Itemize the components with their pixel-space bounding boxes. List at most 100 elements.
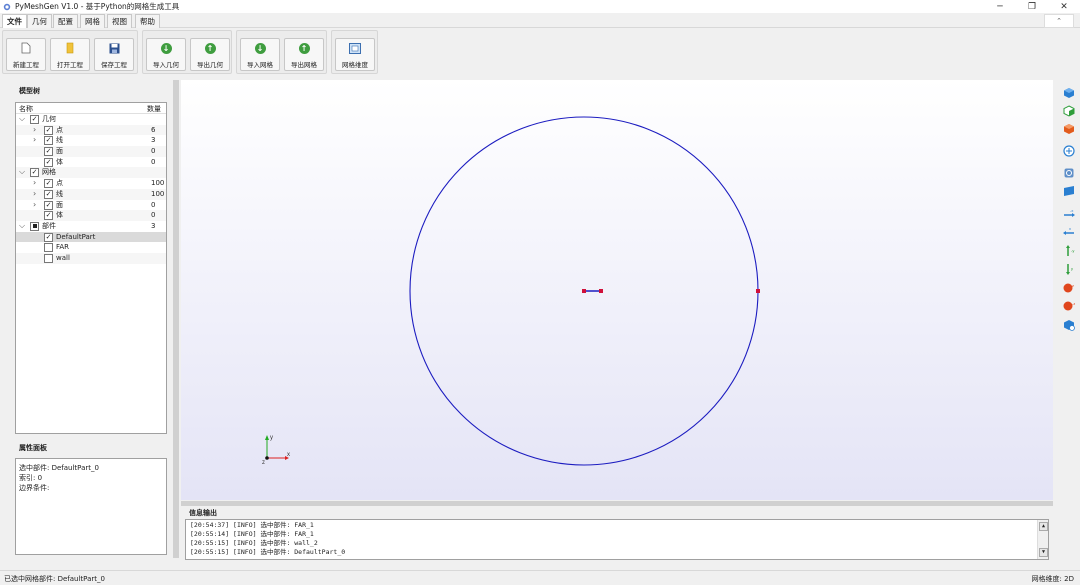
rotate-view-icon[interactable] bbox=[1062, 166, 1076, 180]
export-arrow-icon: ↑ bbox=[204, 42, 216, 54]
chevron-right-icon[interactable]: › bbox=[33, 178, 36, 188]
maximize-button[interactable]: ❐ bbox=[1016, 0, 1048, 13]
z-axis-icon[interactable]: z bbox=[1062, 281, 1076, 295]
back-view-icon[interactable] bbox=[1062, 122, 1076, 136]
minimize-button[interactable]: ─ bbox=[984, 0, 1016, 13]
scroll-up-button[interactable]: ▲ bbox=[1039, 522, 1048, 531]
close-button[interactable]: ✕ bbox=[1048, 0, 1080, 13]
tree-row-count: 0 bbox=[151, 211, 156, 220]
chevron-down-icon[interactable]: ⌵ bbox=[19, 114, 25, 124]
tree-checkbox[interactable]: ✓ bbox=[44, 125, 53, 135]
tree-checkbox[interactable]: ✓ bbox=[30, 168, 39, 178]
tree-checkbox[interactable]: ✓ bbox=[44, 179, 53, 189]
tree-checkbox[interactable]: ✓ bbox=[44, 157, 53, 167]
tree-row[interactable]: › ✓ 点 6 bbox=[16, 124, 166, 136]
tree-row-label: 面 bbox=[56, 200, 63, 209]
export-geometry-button[interactable]: ↑ 导出几何 bbox=[190, 38, 230, 71]
zoom-fit-icon[interactable] bbox=[1062, 144, 1076, 158]
tree-row[interactable]: ✓ DefaultPart bbox=[16, 231, 166, 243]
neg-x-axis-icon[interactable]: x bbox=[1062, 224, 1076, 238]
reset-view-icon[interactable] bbox=[1062, 318, 1076, 332]
properties-title: 属性面板 bbox=[19, 444, 47, 452]
boundary-condition-line: 边界条件: bbox=[19, 484, 50, 492]
menu-tab-help[interactable]: 帮助 bbox=[135, 14, 160, 28]
tree-checkbox[interactable]: ✓ bbox=[44, 147, 53, 157]
tree-checkbox[interactable]: ✓ bbox=[44, 200, 53, 210]
import-arrow-icon: ↓ bbox=[254, 42, 266, 54]
svg-text:-y: -y bbox=[1071, 248, 1074, 253]
tree-row[interactable]: ✓ 面 0 bbox=[16, 146, 166, 157]
tree-row[interactable]: › ✓ 点 100 bbox=[16, 178, 166, 189]
front-view-icon[interactable] bbox=[1062, 104, 1076, 118]
tree-row[interactable]: ✓ 体 0 bbox=[16, 157, 166, 168]
open-project-label: 打开工程 bbox=[57, 61, 83, 69]
import-mesh-button[interactable]: ↓ 导入网格 bbox=[240, 38, 280, 71]
menu-tab-geometry[interactable]: 几何 bbox=[27, 14, 52, 28]
chevron-right-icon[interactable]: › bbox=[33, 189, 36, 199]
model-tree[interactable]: 名称 数量 ⌵ ✓ 几何 › ✓ 点 6 › ✓ 线 3 ✓ 面 0 ✓ 体 0 ⌵ ✓ 网格 › ✓ 点 100 › ✓ 线 100… bbox=[15, 102, 167, 434]
chevron-right-icon[interactable]: › bbox=[33, 135, 36, 145]
mesh-dimension-icon bbox=[349, 42, 361, 54]
tree-checkbox[interactable] bbox=[44, 243, 53, 253]
tree-row-label: 网格 bbox=[42, 168, 56, 177]
chevron-right-icon[interactable]: › bbox=[33, 125, 36, 135]
log-line: [20:55:15] [INFO] 选中部件: DefaultPart_0 bbox=[190, 548, 346, 556]
tree-row[interactable]: › ✓ 线 100 bbox=[16, 188, 166, 200]
menu-tab-config[interactable]: 配置 bbox=[53, 14, 78, 28]
log-line: [20:54:37] [INFO] 选中部件: FAR_1 bbox=[190, 521, 314, 529]
new-file-icon bbox=[20, 42, 32, 54]
mesh-dimension-button[interactable]: 网格维度 bbox=[335, 38, 375, 71]
tree-checkbox[interactable] bbox=[44, 253, 53, 263]
scroll-down-button[interactable]: ▼ bbox=[1039, 548, 1048, 557]
log-output[interactable]: [20:54:37] [INFO] 选中部件: FAR_1 [20:55:14]… bbox=[185, 519, 1049, 560]
surface-view-icon[interactable] bbox=[1062, 184, 1076, 198]
export-mesh-button[interactable]: ↑ 导出网格 bbox=[284, 38, 324, 71]
chevron-down-icon[interactable]: ⌵ bbox=[19, 221, 25, 231]
chevron-right-icon[interactable]: › bbox=[33, 200, 36, 210]
iso-view-icon[interactable] bbox=[1062, 86, 1076, 100]
tree-row[interactable]: ⌵ 部件 3 bbox=[16, 221, 166, 232]
tree-checkbox[interactable]: ✓ bbox=[44, 136, 53, 146]
tree-row[interactable]: FAR bbox=[16, 242, 166, 253]
import-arrow-icon: ↓ bbox=[160, 42, 172, 54]
tree-row-label: 部件 bbox=[42, 221, 56, 230]
tree-checkbox[interactable]: ✓ bbox=[30, 115, 39, 124]
vertical-splitter[interactable] bbox=[173, 80, 179, 558]
x-axis-icon[interactable]: -x bbox=[1062, 206, 1076, 220]
import-geometry-button[interactable]: ↓ 导入几何 bbox=[146, 38, 186, 71]
new-project-button[interactable]: 新建工程 bbox=[6, 38, 46, 71]
wall-point-left bbox=[582, 289, 586, 293]
y-axis-icon[interactable]: -y bbox=[1062, 244, 1076, 258]
tree-checkbox[interactable] bbox=[30, 221, 39, 231]
tree-row-label: 体 bbox=[56, 211, 63, 220]
menu-tab-file[interactable]: 文件 bbox=[2, 14, 27, 28]
tree-row[interactable]: ⌵ ✓ 网格 bbox=[16, 167, 166, 179]
tree-row[interactable]: ⌵ ✓ 几何 bbox=[16, 114, 166, 125]
wall-point-right bbox=[599, 289, 603, 293]
tree-checkbox[interactable]: ✓ bbox=[44, 211, 53, 221]
open-project-button[interactable]: 打开工程 bbox=[50, 38, 90, 71]
mesh-viewport[interactable]: y x z bbox=[181, 80, 1053, 500]
collapse-ribbon-button[interactable]: ⌃ bbox=[1044, 14, 1074, 28]
tree-row[interactable]: ✓ 体 0 bbox=[16, 210, 166, 221]
tree-row[interactable]: › ✓ 面 0 bbox=[16, 200, 166, 211]
tree-row[interactable]: wall bbox=[16, 252, 166, 264]
log-scrollbar[interactable]: ▲ ▼ bbox=[1037, 520, 1048, 559]
log-line: [20:55:15] [INFO] 选中部件: wall_2 bbox=[190, 539, 318, 547]
neg-z-axis-icon[interactable]: -z bbox=[1062, 299, 1076, 313]
menu-tab-mesh[interactable]: 网格 bbox=[80, 14, 105, 28]
chevron-down-icon[interactable]: ⌵ bbox=[19, 167, 25, 177]
save-project-button[interactable]: 保存工程 bbox=[94, 38, 134, 71]
tree-row-label: 点 bbox=[56, 179, 63, 188]
tree-checkbox[interactable]: ✓ bbox=[44, 189, 53, 199]
tree-row-count: 0 bbox=[151, 157, 156, 166]
log-panel: 信息输出 [20:54:37] [INFO] 选中部件: FAR_1 [20:5… bbox=[181, 506, 1053, 560]
tree-row[interactable]: › ✓ 线 3 bbox=[16, 135, 166, 146]
tree-checkbox[interactable]: ✓ bbox=[44, 232, 53, 242]
far-field-point bbox=[756, 289, 760, 293]
menu-tab-view[interactable]: 视图 bbox=[107, 14, 132, 28]
export-geometry-label: 导出几何 bbox=[197, 61, 223, 69]
tree-column-count: 数量 bbox=[147, 105, 161, 113]
neg-y-axis-icon[interactable]: y bbox=[1062, 262, 1076, 276]
svg-text:-z: -z bbox=[1072, 301, 1075, 306]
